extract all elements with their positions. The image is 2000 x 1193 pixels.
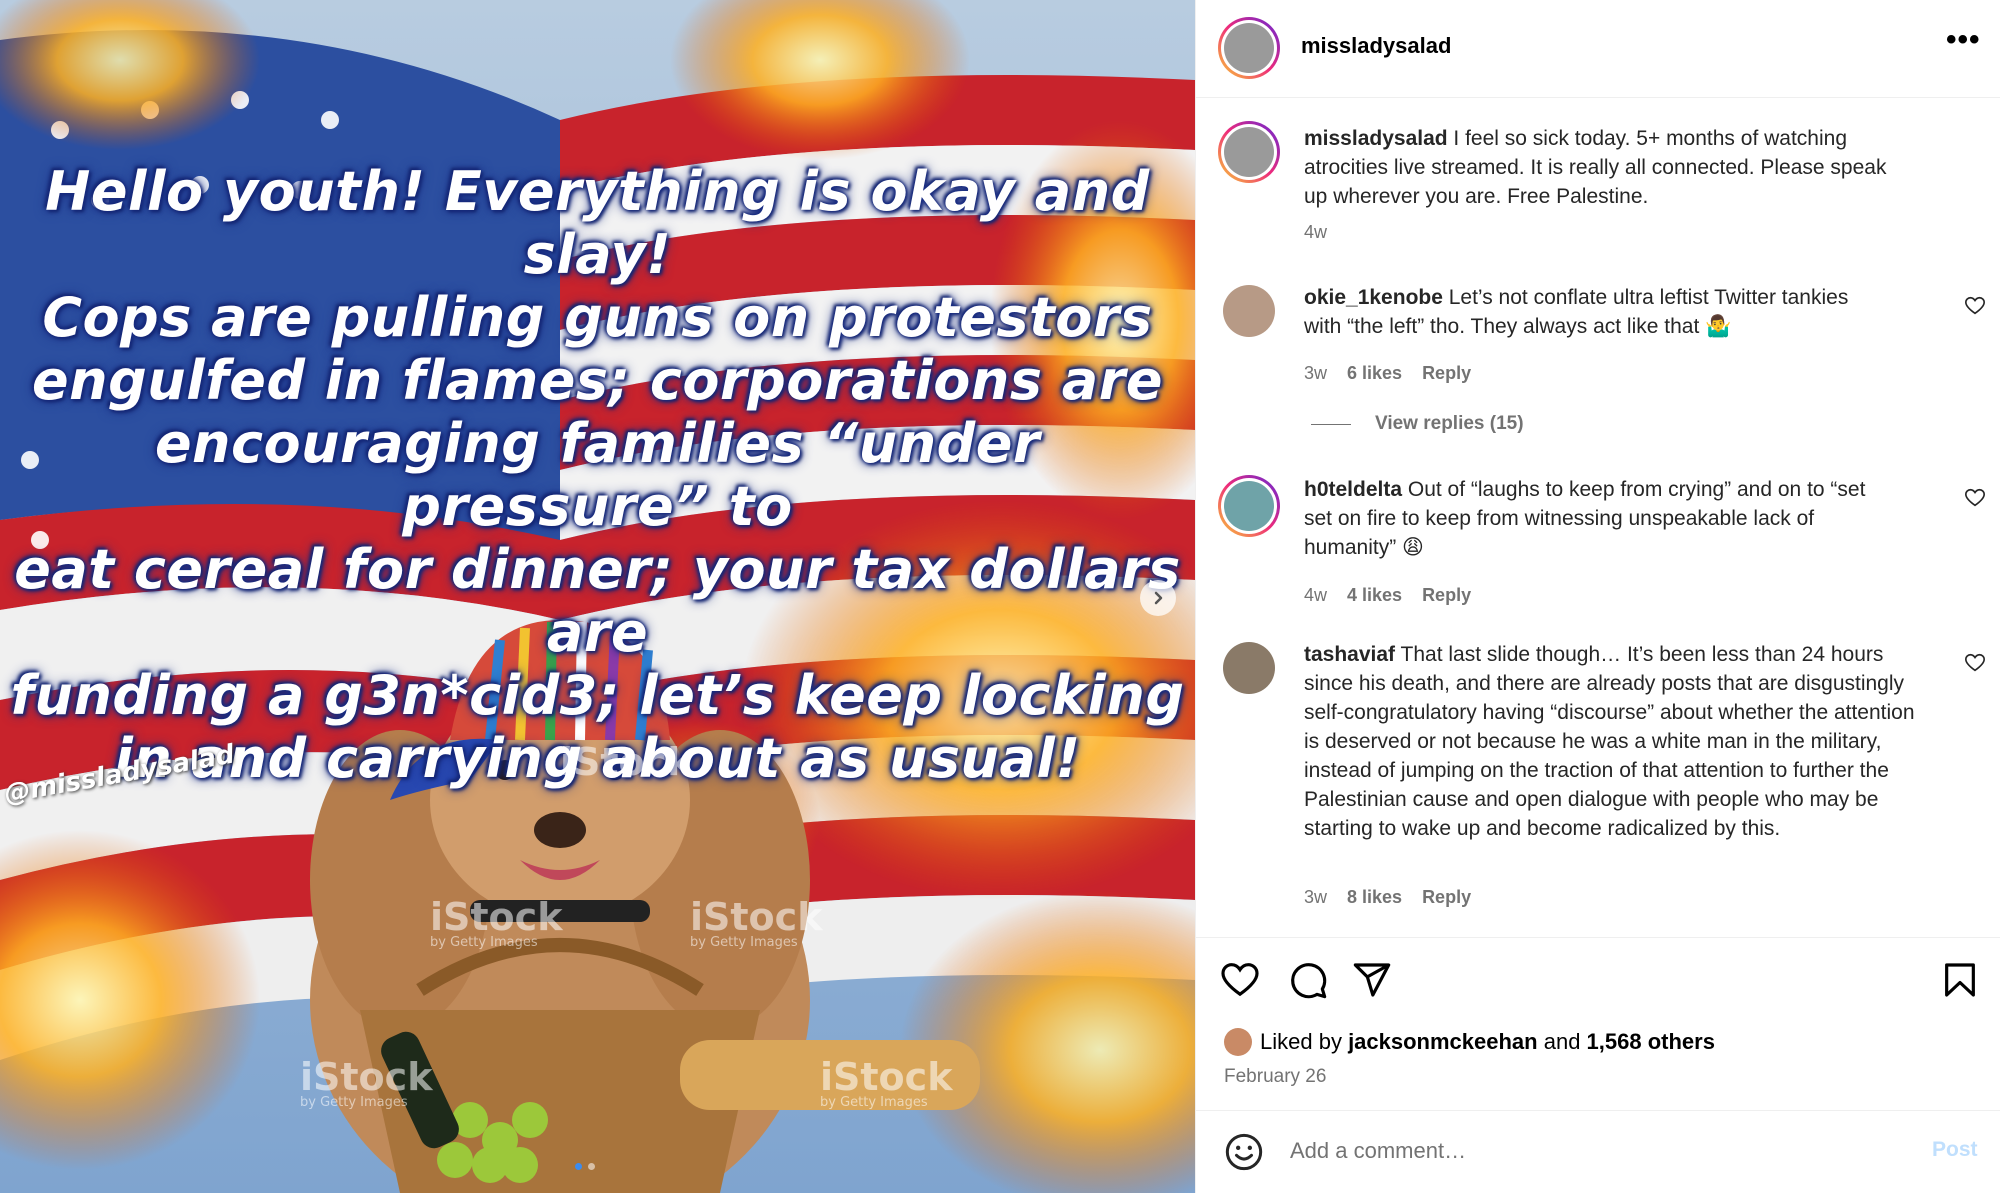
likes-count[interactable]: 1,568 others — [1587, 1029, 1715, 1054]
send-icon[interactable] — [1352, 960, 1392, 1000]
view-replies-button[interactable]: View replies (15) — [1311, 413, 1524, 435]
likes-summary: Liked by jacksonmckeehan and 1,568 other… — [1224, 1028, 1715, 1056]
comment-likes[interactable]: 8 likes — [1347, 887, 1402, 908]
more-options-button[interactable]: ••• — [1946, 25, 1981, 55]
reply-button[interactable]: Reply — [1422, 585, 1471, 606]
author-avatar[interactable] — [1218, 17, 1280, 79]
post-actions: Liked by jacksonmckeehan and 1,568 other… — [1196, 937, 2000, 1111]
chevron-right-icon — [1154, 591, 1163, 605]
post-media[interactable]: Hello youth! Everything is okay and slay… — [0, 0, 1195, 1193]
post-side-panel: missladysalad ••• missladysalad I feel s… — [1195, 0, 2000, 1193]
heart-icon[interactable] — [1964, 295, 1986, 317]
commenter-avatar[interactable] — [1223, 285, 1275, 337]
caption-meta: 4w — [1304, 222, 1327, 243]
carousel-dot — [588, 1163, 595, 1170]
post-date[interactable]: February 26 — [1224, 1066, 1326, 1088]
caption-time[interactable]: 4w — [1304, 222, 1327, 243]
replies-divider — [1311, 423, 1351, 425]
comment-text: h0teldelta Out of “laughs to keep from c… — [1304, 478, 1866, 559]
comment-time[interactable]: 4w — [1304, 585, 1327, 606]
carousel-indicator — [575, 1163, 595, 1170]
emoji-smile-icon[interactable] — [1224, 1132, 1264, 1172]
caption-text: missladysalad I feel so sick today. 5+ m… — [1304, 127, 1887, 208]
comments-list[interactable]: missladysalad I feel so sick today. 5+ m… — [1196, 97, 2000, 937]
heart-icon[interactable] — [1964, 652, 1986, 674]
comment-meta: 3w 6 likes Reply — [1304, 363, 1471, 384]
add-comment-bar: Post — [1196, 1110, 2000, 1193]
author-avatar[interactable] — [1218, 121, 1280, 183]
reply-button[interactable]: Reply — [1422, 887, 1471, 908]
comment-meta: 3w 8 likes Reply — [1304, 887, 1471, 908]
comment-time[interactable]: 3w — [1304, 887, 1327, 908]
stock-watermark: iStock by Getty Images — [820, 1055, 953, 1110]
comment-text: okie_1kenobe Let’s not conflate ultra le… — [1304, 286, 1849, 338]
post-header: missladysalad ••• — [1196, 0, 2000, 98]
comment-likes[interactable]: 6 likes — [1347, 363, 1402, 384]
comment-icon[interactable] — [1288, 960, 1328, 1000]
liker-avatar[interactable] — [1224, 1028, 1252, 1056]
comment-meta: 4w 4 likes Reply — [1304, 585, 1471, 606]
comment-likes[interactable]: 4 likes — [1347, 585, 1402, 606]
more-horizontal-icon: ••• — [1946, 23, 1981, 56]
author-username[interactable]: missladysalad — [1301, 33, 1451, 59]
stock-watermark: iStock by Getty Images — [690, 895, 823, 950]
comment-username[interactable]: h0teldelta — [1304, 478, 1402, 501]
reply-button[interactable]: Reply — [1422, 363, 1471, 384]
carousel-dot-active — [575, 1163, 582, 1170]
meme-caption-text: Hello youth! Everything is okay and slay… — [10, 160, 1185, 790]
comment-input[interactable] — [1288, 1130, 1852, 1172]
commenter-avatar[interactable] — [1218, 475, 1280, 537]
comment-username[interactable]: okie_1kenobe — [1304, 286, 1443, 309]
commenter-avatar[interactable] — [1223, 642, 1275, 694]
bookmark-icon[interactable] — [1940, 960, 1980, 1000]
view-replies-label: View replies (15) — [1375, 413, 1524, 434]
stock-watermark: iStock by Getty Images — [430, 895, 563, 950]
post-comment-button[interactable]: Post — [1932, 1138, 1978, 1162]
comment-time[interactable]: 3w — [1304, 363, 1327, 384]
comment-text: tashaviaf That last slide though… It’s b… — [1304, 643, 1915, 840]
stock-watermark: iStock by Getty Images — [300, 1055, 433, 1110]
liker-username[interactable]: jacksonmckeehan — [1348, 1029, 1538, 1054]
caption-username[interactable]: missladysalad — [1304, 127, 1448, 150]
heart-icon[interactable] — [1220, 960, 1260, 1000]
next-slide-button[interactable] — [1140, 580, 1176, 616]
comment-username[interactable]: tashaviaf — [1304, 643, 1395, 666]
stock-watermark: iStock — [560, 740, 693, 784]
heart-icon[interactable] — [1964, 487, 1986, 509]
